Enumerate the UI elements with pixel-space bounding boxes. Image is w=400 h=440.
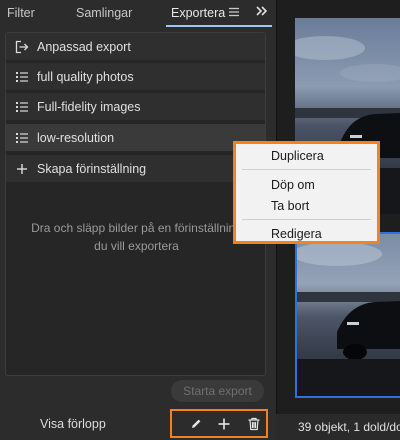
tab-export[interactable]: Exportera: [171, 6, 225, 20]
menu-item-duplicate[interactable]: Duplicera: [271, 149, 324, 163]
menu-item-delete[interactable]: Ta bort: [271, 199, 309, 213]
double-chevron-right-icon[interactable]: [255, 4, 269, 18]
list-icon: [15, 100, 29, 114]
drop-hint-text: Dra och släpp bilder på en förinställnin…: [31, 221, 242, 253]
export-arrow-icon: [15, 40, 29, 54]
custom-export-item[interactable]: Anpassad export: [6, 33, 265, 61]
list-icon: [15, 131, 29, 145]
plus-icon[interactable]: [217, 417, 231, 431]
create-preset-label: Skapa förinställning: [37, 162, 147, 176]
preset-item-selected[interactable]: low-resolution: [6, 124, 265, 152]
status-bar: 39 objekt, 1 dold/dolda: [276, 414, 400, 440]
export-preset-list: Anpassad export full quality photos Full…: [5, 32, 266, 376]
menu-separator: [242, 219, 371, 220]
start-export-button[interactable]: Starta export: [171, 380, 264, 402]
preset-label: Full-fidelity images: [37, 100, 141, 114]
create-preset-item[interactable]: Skapa förinställning: [6, 155, 265, 183]
hamburger-icon[interactable]: [228, 6, 240, 18]
panel-tabs: Filter Samlingar Exportera: [0, 0, 276, 28]
menu-item-edit[interactable]: Redigera: [271, 227, 322, 241]
menu-item-rename[interactable]: Döp om: [271, 178, 315, 192]
preset-context-menu: Duplicera Döp om Ta bort Redigera: [233, 141, 380, 244]
preset-toolbar: [170, 409, 268, 438]
active-tab-indicator: [166, 25, 272, 27]
list-icon: [15, 70, 29, 84]
tab-filter[interactable]: Filter: [7, 6, 35, 20]
pencil-icon[interactable]: [189, 417, 203, 431]
show-progress-link[interactable]: Visa förlopp: [40, 417, 106, 431]
preset-label: low-resolution: [37, 131, 115, 145]
plus-icon: [15, 162, 29, 176]
preset-item[interactable]: full quality photos: [6, 63, 265, 91]
preset-item[interactable]: Full-fidelity images: [6, 93, 265, 121]
photo-thumbnail-selected[interactable]: [295, 232, 400, 398]
tab-collections[interactable]: Samlingar: [76, 6, 132, 20]
trash-icon[interactable]: [247, 417, 261, 431]
custom-export-label: Anpassad export: [37, 40, 131, 54]
preset-label: full quality photos: [37, 70, 134, 84]
menu-separator: [242, 169, 371, 170]
